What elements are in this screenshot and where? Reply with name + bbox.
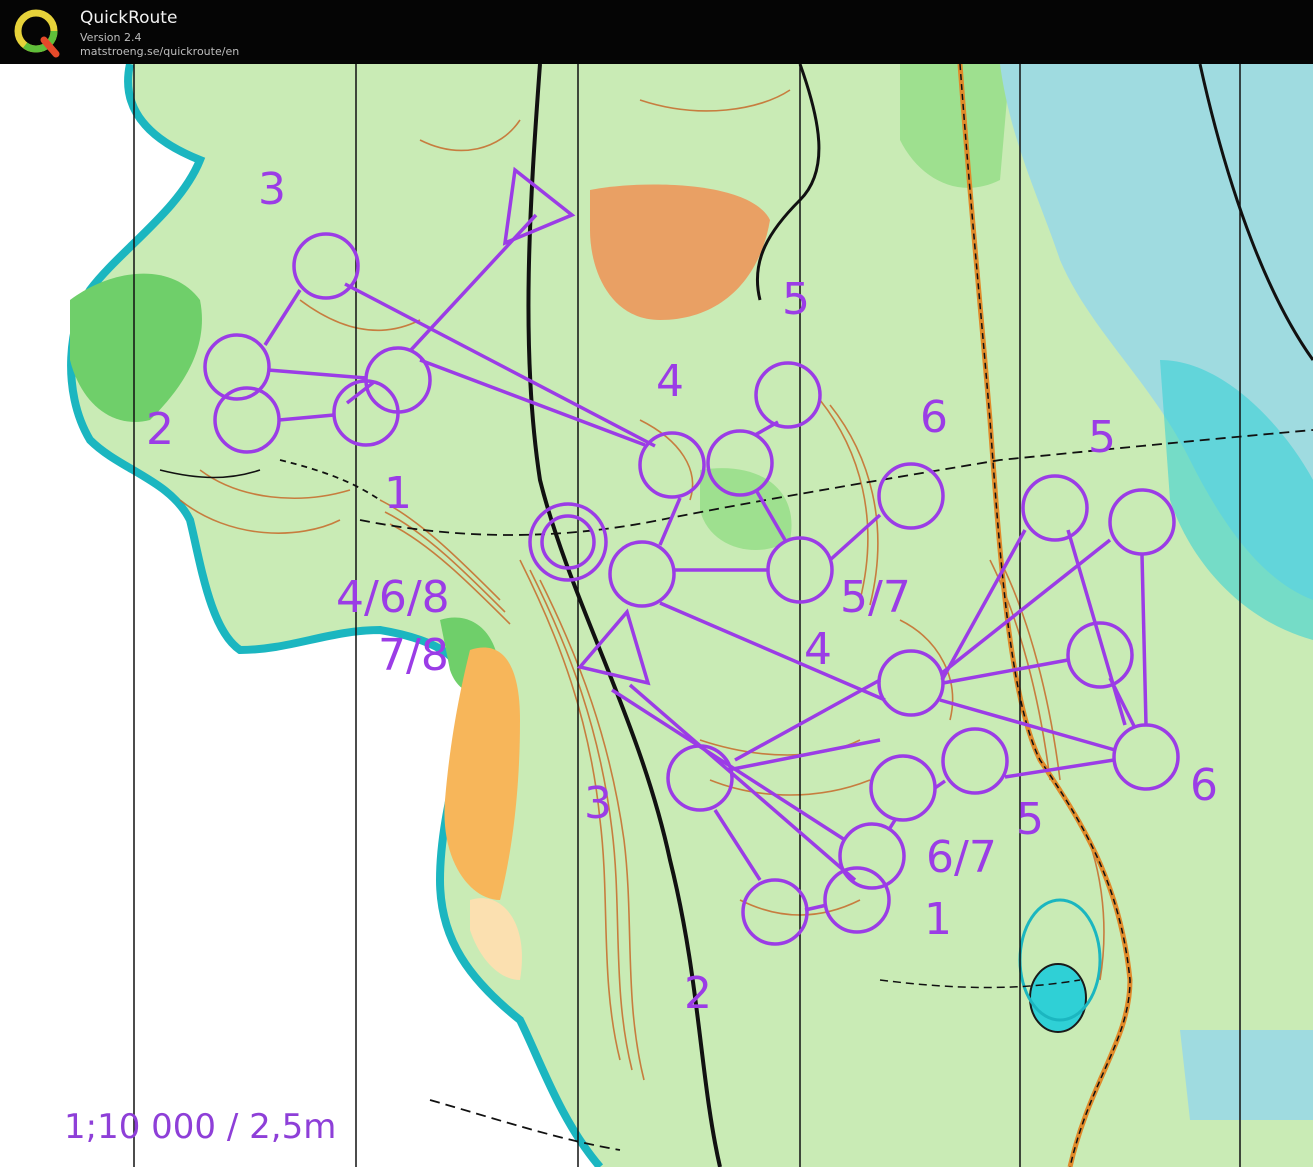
control-label: 5/7 (840, 572, 911, 623)
control-label: 7/8 (378, 630, 449, 681)
map-scale-label: 1;10 000 / 2,5m (64, 1107, 337, 1147)
control-label: 2 (146, 404, 174, 455)
title-bar: QuickRoute Version 2.4 matstroeng.se/qui… (0, 0, 1313, 64)
app-url[interactable]: matstroeng.se/quickroute/en (80, 45, 239, 58)
control-label: 4 (656, 356, 684, 407)
control-label: 4 (804, 624, 832, 675)
control-label: 4/6/8 (336, 572, 450, 623)
app-version: Version 2.4 (80, 31, 142, 44)
orienteering-map[interactable]: 3 2 1 4/6/8 7/8 4 5 6 5 5/7 4 3 6/7 5 6 … (0, 64, 1313, 1167)
map-canvas: 3 2 1 4/6/8 7/8 4 5 6 5 5/7 4 3 6/7 5 6 … (0, 64, 1313, 1167)
control-label: 1 (924, 894, 952, 945)
control-label: 2 (684, 968, 712, 1019)
control-label: 3 (584, 778, 612, 829)
quickroute-logo-icon (14, 9, 60, 58)
marsh-3 (1180, 1030, 1313, 1120)
control-label: 3 (258, 164, 286, 215)
control-label: 6 (1190, 760, 1218, 811)
control-label: 6 (920, 392, 948, 443)
app-title: QuickRoute (80, 8, 178, 28)
control-label: 1 (384, 468, 412, 519)
pond (1029, 963, 1087, 1033)
control-label: 6/7 (926, 832, 997, 883)
control-label: 5 (1016, 794, 1044, 845)
control-label: 5 (782, 274, 810, 325)
control-label: 5 (1088, 412, 1116, 463)
